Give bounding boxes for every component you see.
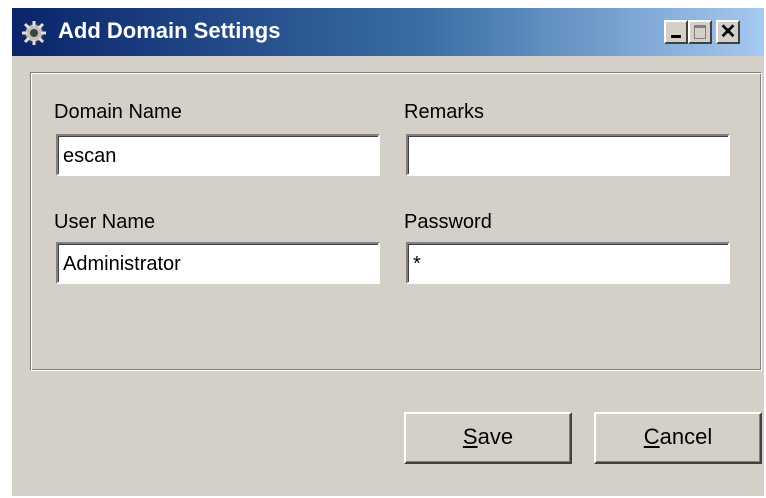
remarks-input[interactable]: [406, 134, 730, 176]
title-bar[interactable]: Add Domain Settings ✕: [12, 8, 764, 56]
window-title: Add Domain Settings: [58, 18, 281, 43]
remarks-label: Remarks: [404, 101, 485, 123]
cancel-label-rest: ancel: [659, 424, 713, 449]
close-button[interactable]: ✕: [716, 20, 740, 44]
cancel-mnemonic: C: [643, 424, 660, 449]
close-icon: ✕: [719, 21, 737, 43]
password-input[interactable]: *: [406, 242, 730, 284]
password-label: Password: [404, 211, 492, 233]
user-name-label: User Name: [54, 211, 156, 233]
cancel-button[interactable]: Cancel: [594, 412, 762, 464]
domain-name-input[interactable]: escan: [56, 134, 380, 176]
save-mnemonic: S: [462, 424, 478, 449]
gear-icon: [22, 21, 46, 45]
user-name-input[interactable]: Administrator: [56, 242, 380, 284]
domain-name-label: Domain Name: [54, 101, 182, 123]
dialog-window: Add Domain Settings ✕ Domain Name escan …: [12, 8, 764, 496]
save-button[interactable]: Save: [404, 412, 572, 464]
maximize-button[interactable]: [688, 20, 712, 44]
save-label-rest: ave: [477, 424, 514, 449]
minimize-button[interactable]: [664, 20, 688, 44]
